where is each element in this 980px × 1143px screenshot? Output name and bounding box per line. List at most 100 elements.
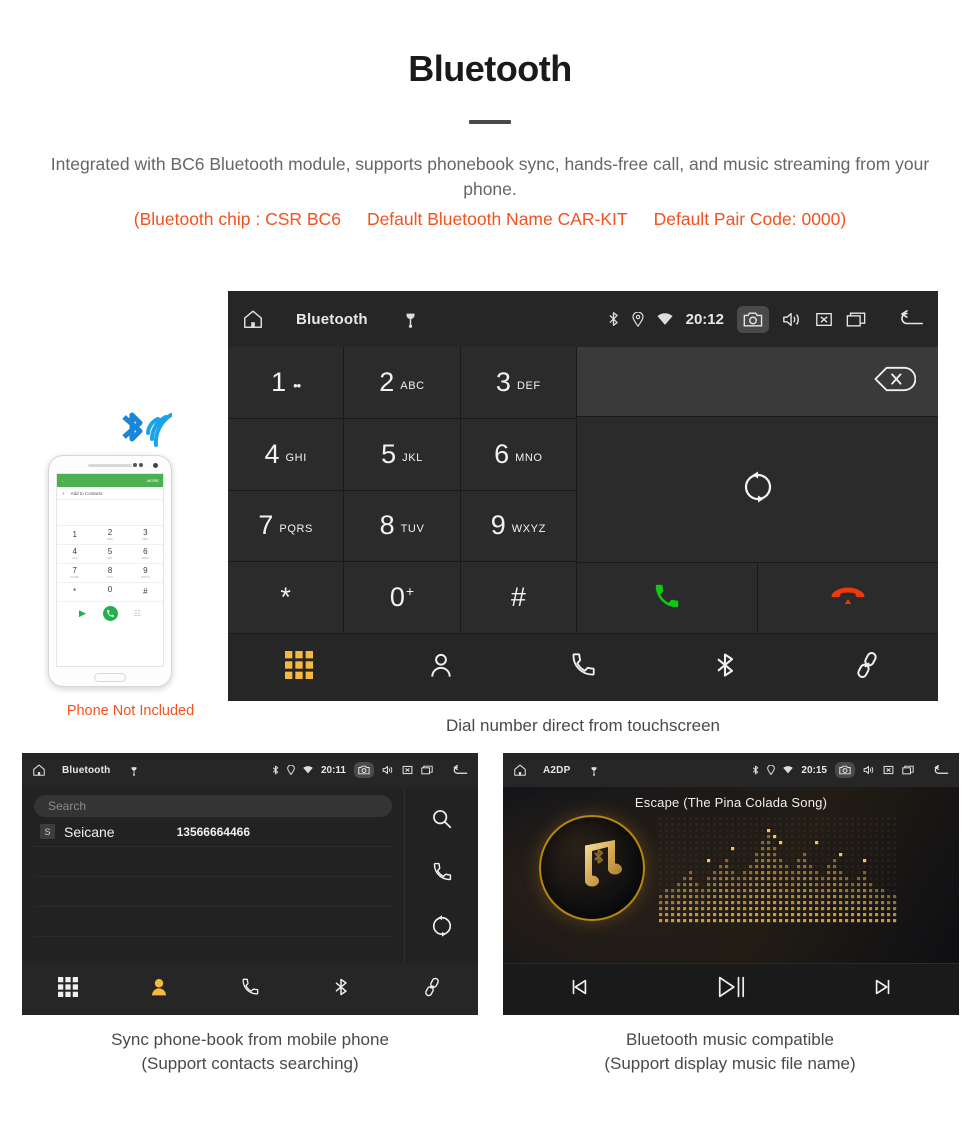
phone-key-digit: 5 [107, 547, 113, 556]
key-hash[interactable]: # [460, 562, 577, 634]
volume-icon[interactable] [863, 765, 875, 775]
recents-icon[interactable] [421, 765, 433, 775]
key-2[interactable]: 2 ABC [344, 347, 461, 419]
wifi-icon [303, 766, 313, 774]
phone-key-digit: # [143, 587, 148, 596]
tab-contacts[interactable] [370, 651, 512, 684]
phone-key-6: 6 MNO [127, 545, 163, 564]
tab-bluetooth[interactable] [296, 977, 387, 1002]
camera-icon[interactable] [354, 762, 374, 778]
key-0[interactable]: 0+ [344, 562, 461, 634]
camera-icon[interactable] [737, 305, 769, 333]
key-7[interactable]: 7 PQRS [228, 490, 345, 563]
home-icon[interactable] [242, 308, 264, 330]
key-digit: * [280, 582, 291, 613]
tab-dialpad[interactable] [228, 651, 370, 684]
volume-icon[interactable] [782, 311, 802, 328]
phone-key-8: 8 TUV [92, 564, 128, 583]
key-6[interactable]: 6 MNO [460, 418, 577, 491]
phone-action-row: ▶ ☷ [57, 602, 163, 624]
search-icon[interactable] [431, 808, 453, 835]
album-art [539, 815, 645, 921]
key-3[interactable]: 3 DEF [460, 347, 577, 419]
phone-icon[interactable] [431, 861, 453, 888]
recents-icon[interactable] [902, 765, 914, 775]
key-digit: 8 [379, 510, 395, 541]
tab-bluetooth[interactable] [654, 651, 796, 684]
key-digit: 6 [494, 438, 510, 469]
key-4[interactable]: 4 GHI [228, 418, 345, 491]
home-icon[interactable] [513, 763, 527, 777]
caption-main: Dial number direct from touchscreen [445, 716, 720, 735]
skip-next-icon [872, 976, 894, 1003]
skip-next-button[interactable] [807, 976, 959, 1003]
phone-icon [569, 651, 597, 684]
dialpad-icon [57, 976, 78, 1002]
key-8[interactable]: 8 TUV [344, 490, 461, 563]
phone-keypad-icon: ☷ [133, 608, 142, 618]
table-row[interactable]: S Seicane 13566664466 [34, 817, 392, 847]
play-pause-button[interactable] [655, 974, 807, 1005]
phone-key-hash: # [127, 583, 163, 602]
back-icon[interactable] [451, 764, 468, 776]
mute-icon[interactable] [402, 765, 413, 775]
tab-history[interactable] [512, 651, 654, 684]
wifi-icon [783, 766, 794, 774]
number-display[interactable] [577, 347, 938, 417]
recents-icon[interactable] [846, 311, 866, 328]
list-item [34, 877, 392, 907]
sync-icon [742, 471, 774, 508]
key-letters: ABC [400, 379, 425, 392]
plus-icon: + [62, 490, 65, 496]
location-icon [632, 311, 644, 327]
caption-music-line1: Bluetooth music compatible [626, 1030, 834, 1049]
phone-key-star: * [57, 583, 93, 602]
sync-button[interactable] [577, 417, 938, 563]
hangup-button[interactable] [758, 563, 938, 634]
bluetooth-wireless-icon [114, 403, 173, 454]
tab-link[interactable] [796, 651, 938, 684]
voicemail-icon: •• [293, 377, 301, 393]
tab-dialpad[interactable] [22, 976, 113, 1002]
camera-icon[interactable] [835, 762, 855, 778]
phone-key-letters: DEF [142, 537, 149, 541]
statusbar-icons: 20:12 [608, 305, 924, 333]
key-letters: TUV [400, 523, 425, 536]
usb-icon [404, 310, 417, 328]
music-body: Escape (The Pina Colada Song) [503, 787, 959, 963]
mute-icon[interactable] [883, 765, 894, 775]
home-icon[interactable] [32, 763, 46, 777]
title-divider [469, 120, 511, 124]
phone-topbar: ← MORE [57, 474, 163, 487]
hangup-icon [831, 585, 865, 612]
key-star[interactable]: * [228, 562, 345, 634]
call-icon [652, 581, 682, 616]
phone-sim-icon: ▶ [79, 607, 86, 618]
phone-key-1: 1 [57, 526, 93, 545]
key-9[interactable]: 9 WXYZ [460, 490, 577, 563]
phone-key-digit: 8 [107, 566, 113, 575]
call-button[interactable] [577, 563, 758, 634]
key-digit: 5 [381, 438, 397, 469]
sync-icon[interactable] [431, 915, 453, 942]
tab-link[interactable] [387, 977, 478, 1002]
volume-icon[interactable] [382, 765, 394, 775]
phone-camera-icon [153, 463, 158, 468]
back-icon[interactable] [897, 310, 924, 328]
key-5[interactable]: 5 JKL [344, 418, 461, 491]
tab-contacts[interactable] [113, 977, 204, 1002]
dialer-screenshot: Bluetooth 20:12 1 •• 2 ABC 3 DEF 4 GHI 5… [228, 291, 938, 701]
backspace-icon[interactable] [872, 366, 917, 397]
location-icon [287, 765, 295, 775]
back-icon[interactable] [932, 764, 949, 776]
phone-icon [240, 977, 260, 1002]
search-input[interactable]: Search [34, 795, 392, 817]
skip-previous-button[interactable] [503, 976, 655, 1003]
search-placeholder: Search [48, 799, 87, 813]
call-buttons-row [577, 563, 938, 634]
phone-key-5: 5 JKL [92, 545, 128, 564]
mute-icon[interactable] [815, 311, 833, 328]
phone-key-letters: GHI [71, 556, 78, 560]
key-1[interactable]: 1 •• [228, 347, 345, 419]
tab-history[interactable] [204, 977, 295, 1002]
